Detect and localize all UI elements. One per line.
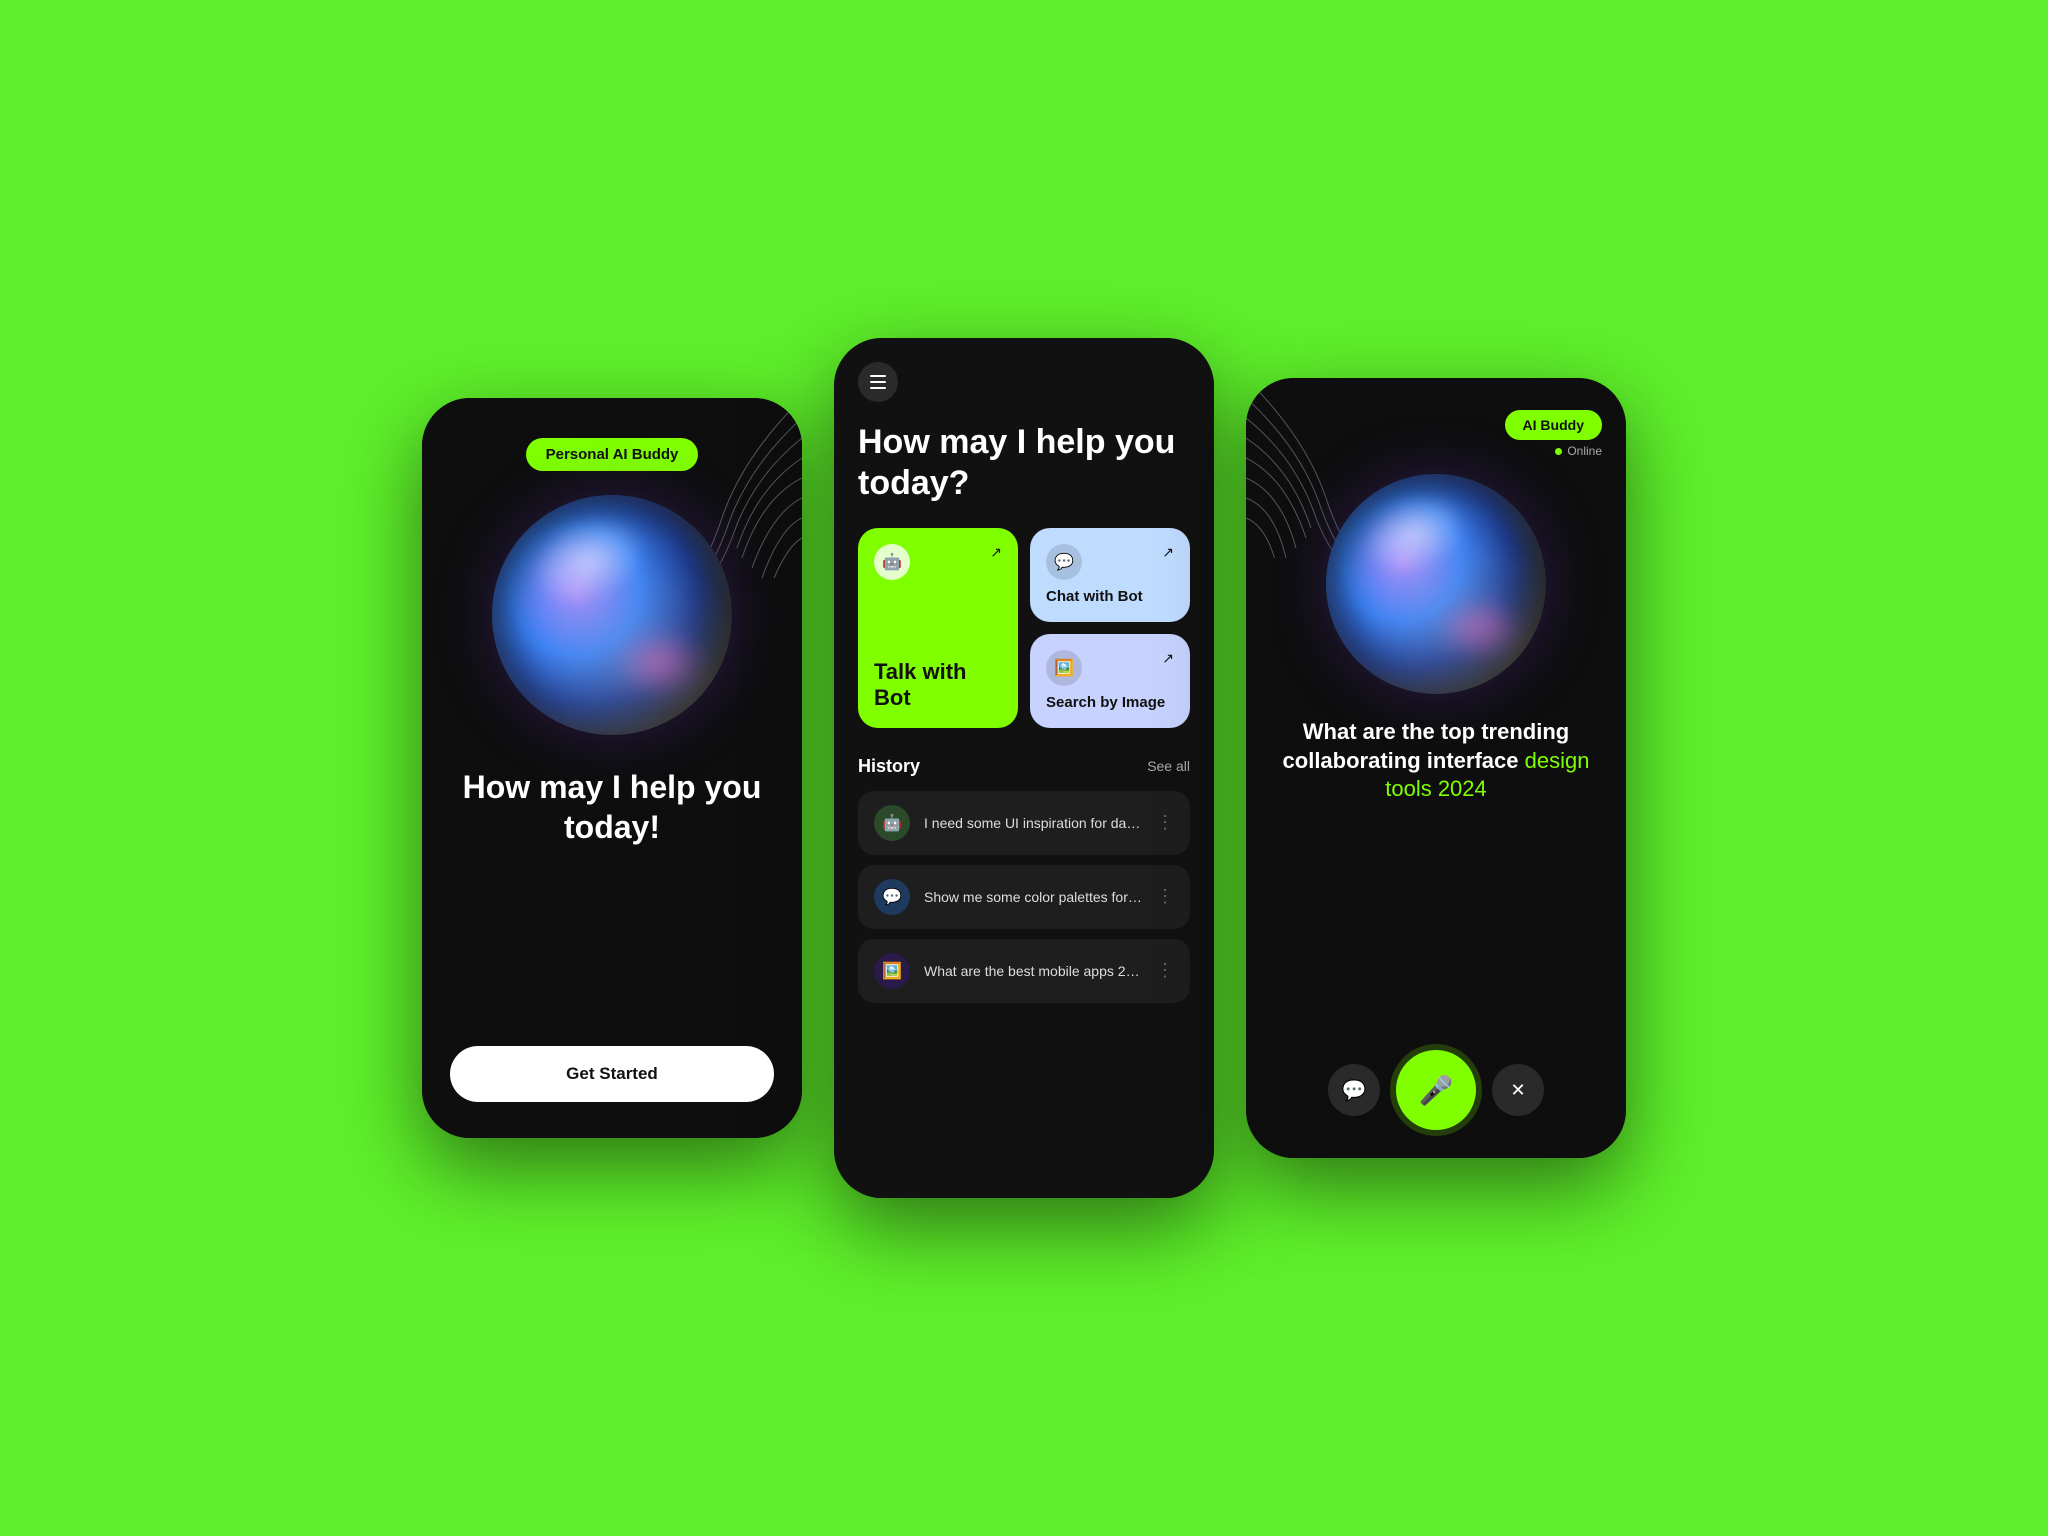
menu-button[interactable] bbox=[858, 362, 898, 402]
search-by-image-card[interactable]: 🖼️ ↗ Search by Image bbox=[1030, 634, 1190, 728]
close-icon: ✕ bbox=[1510, 1080, 1525, 1101]
history-text-1: I need some UI inspiration for dark... bbox=[924, 815, 1142, 831]
history-avatar-2: 💬 bbox=[874, 879, 910, 915]
ai-orb-1 bbox=[492, 495, 732, 735]
history-avatar-3: 🖼️ bbox=[874, 953, 910, 989]
menu-line-1 bbox=[870, 375, 886, 377]
history-title: History bbox=[858, 756, 920, 777]
phone-3-question: What are the top trending collaborating … bbox=[1270, 718, 1602, 804]
history-text-2: Show me some color palettes for AI... bbox=[924, 889, 1142, 905]
mic-control-button[interactable]: 🎤 bbox=[1396, 1050, 1476, 1130]
talk-with-bot-card[interactable]: 🤖 ↗ Talk withBot bbox=[858, 528, 1018, 728]
chat-control-button[interactable]: 💬 bbox=[1328, 1064, 1380, 1116]
phone-3-content: AI Buddy Online What are the top trendin… bbox=[1246, 378, 1626, 1158]
bottom-controls: 💬 🎤 ✕ bbox=[1328, 1050, 1544, 1130]
chat-bot-label: Chat with Bot bbox=[1046, 588, 1174, 605]
action-grid: 🤖 ↗ Talk withBot 💬 ↗ Chat with Bot 🖼️ ↗ bbox=[858, 528, 1190, 728]
main-heading: How may I help you today? bbox=[858, 422, 1190, 504]
talk-bot-label: Talk withBot bbox=[874, 659, 1002, 712]
orb-sphere-3 bbox=[1326, 474, 1546, 694]
history-item-1[interactable]: 🤖 I need some UI inspiration for dark...… bbox=[858, 791, 1190, 855]
phone-3: AI Buddy Online What are the top trendin… bbox=[1246, 378, 1626, 1158]
talk-bot-icon: 🤖 bbox=[874, 544, 910, 580]
personal-ai-badge: Personal AI Buddy bbox=[526, 438, 699, 471]
chat-bot-icon: 💬 bbox=[1046, 544, 1082, 580]
history-text-3: What are the best mobile apps 2023... bbox=[924, 963, 1142, 979]
orb-sphere-1 bbox=[492, 495, 732, 735]
phone-3-header: AI Buddy Online bbox=[1270, 410, 1602, 458]
history-dots-3[interactable]: ⋮ bbox=[1156, 960, 1174, 981]
menu-line-3 bbox=[870, 387, 886, 389]
history-avatar-1: 🤖 bbox=[874, 805, 910, 841]
ai-buddy-badge: AI Buddy bbox=[1505, 410, 1602, 440]
search-image-label: Search by Image bbox=[1046, 694, 1174, 711]
phone-2: How may I help you today? 🤖 ↗ Talk withB… bbox=[834, 338, 1214, 1198]
card-icon-row-1: 🤖 ↗ bbox=[874, 544, 1002, 580]
see-all-link[interactable]: See all bbox=[1147, 758, 1190, 774]
phone-1-heading: How may I help you today! bbox=[450, 767, 774, 847]
chat-with-bot-card[interactable]: 💬 ↗ Chat with Bot bbox=[1030, 528, 1190, 622]
chat-control-icon: 💬 bbox=[1342, 1078, 1367, 1103]
card-icon-row-2: 💬 ↗ bbox=[1046, 544, 1174, 580]
chat-bot-arrow: ↗ bbox=[1162, 544, 1174, 561]
history-dots-1[interactable]: ⋮ bbox=[1156, 812, 1174, 833]
history-dots-2[interactable]: ⋮ bbox=[1156, 886, 1174, 907]
menu-line-2 bbox=[870, 381, 886, 383]
phone-1: Personal AI Buddy How may I help you tod… bbox=[422, 398, 802, 1138]
online-status: Online bbox=[1555, 444, 1602, 458]
ai-orb-3 bbox=[1326, 474, 1546, 694]
card-icon-row-3: 🖼️ ↗ bbox=[1046, 650, 1174, 686]
mic-icon: 🎤 bbox=[1419, 1074, 1454, 1107]
history-header: History See all bbox=[858, 756, 1190, 777]
phone-1-content: Personal AI Buddy How may I help you tod… bbox=[422, 398, 802, 1138]
history-item-2[interactable]: 💬 Show me some color palettes for AI... … bbox=[858, 865, 1190, 929]
orb-metallic-overlay bbox=[492, 495, 732, 735]
phone-2-content: How may I help you today? 🤖 ↗ Talk withB… bbox=[834, 338, 1214, 1198]
get-started-button[interactable]: Get Started bbox=[450, 1046, 774, 1102]
online-dot bbox=[1555, 448, 1562, 455]
online-text: Online bbox=[1567, 444, 1602, 458]
close-control-button[interactable]: ✕ bbox=[1492, 1064, 1544, 1116]
search-image-arrow: ↗ bbox=[1162, 650, 1174, 667]
history-item-3[interactable]: 🖼️ What are the best mobile apps 2023...… bbox=[858, 939, 1190, 1003]
search-image-icon: 🖼️ bbox=[1046, 650, 1082, 686]
orb-metallic-overlay-3 bbox=[1326, 474, 1546, 694]
talk-bot-arrow: ↗ bbox=[990, 544, 1002, 561]
